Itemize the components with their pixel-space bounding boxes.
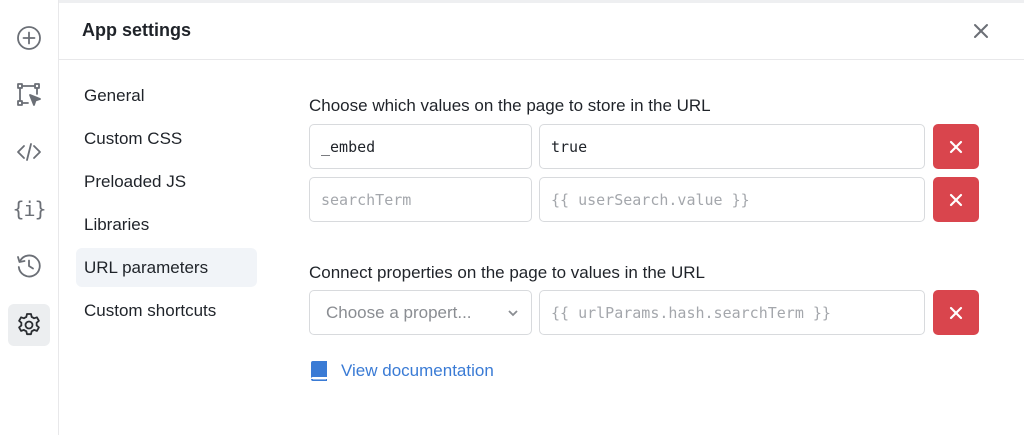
select-frame-button[interactable] xyxy=(8,74,50,116)
settings-button[interactable] xyxy=(8,304,50,346)
code-icon xyxy=(17,143,41,161)
delete-param-button[interactable] xyxy=(933,177,979,222)
nav-item-preloaded-js[interactable]: Preloaded JS xyxy=(76,162,257,201)
connect-properties-label: Connect properties on the page to values… xyxy=(309,263,705,282)
url-parameters-content: Choose which values on the page to store… xyxy=(309,0,1009,435)
param-value-input[interactable]: true xyxy=(539,124,925,169)
settings-nav: General Custom CSS Preloaded JS Librarie… xyxy=(76,76,257,334)
variables-icon: {i} xyxy=(12,197,46,221)
settings-icon xyxy=(18,313,40,336)
view-documentation-link[interactable]: View documentation xyxy=(309,360,494,382)
nav-item-custom-css[interactable]: Custom CSS xyxy=(76,119,257,158)
add-button[interactable] xyxy=(8,17,50,59)
param-key-input[interactable]: searchTerm xyxy=(309,177,532,222)
close-icon xyxy=(949,306,963,319)
nav-item-libraries[interactable]: Libraries xyxy=(76,205,257,244)
add-icon xyxy=(17,26,41,50)
param-key-input[interactable]: _embed xyxy=(309,124,532,169)
url-value-input[interactable]: {{ urlParams.hash.searchTerm }} xyxy=(539,290,925,335)
nav-item-general[interactable]: General xyxy=(76,76,257,115)
nav-item-custom-shortcuts[interactable]: Custom shortcuts xyxy=(76,291,257,330)
nav-item-url-parameters[interactable]: URL parameters xyxy=(76,248,257,287)
history-icon xyxy=(17,254,41,278)
chevron-down-icon xyxy=(508,309,518,316)
view-documentation-label: View documentation xyxy=(341,361,494,380)
delete-connection-button[interactable] xyxy=(933,290,979,335)
param-value-input[interactable]: {{ userSearch.value }} xyxy=(539,177,925,222)
panel-title: App settings xyxy=(82,20,192,40)
property-select-placeholder: Choose a propert... xyxy=(326,302,472,322)
property-select[interactable]: Choose a propert... xyxy=(309,290,532,335)
close-icon xyxy=(949,140,963,153)
variables-button[interactable]: {i} xyxy=(8,188,50,230)
code-button[interactable] xyxy=(8,131,50,173)
app-settings-panel: App settings General Custom CSS Preloade… xyxy=(59,0,1024,435)
icon-rail: {i} xyxy=(0,0,59,435)
history-button[interactable] xyxy=(8,245,50,287)
store-values-label: Choose which values on the page to store… xyxy=(309,96,711,115)
select-frame-icon xyxy=(17,83,41,106)
delete-param-button[interactable] xyxy=(933,124,979,169)
book-icon xyxy=(311,361,327,381)
close-icon xyxy=(949,193,963,206)
